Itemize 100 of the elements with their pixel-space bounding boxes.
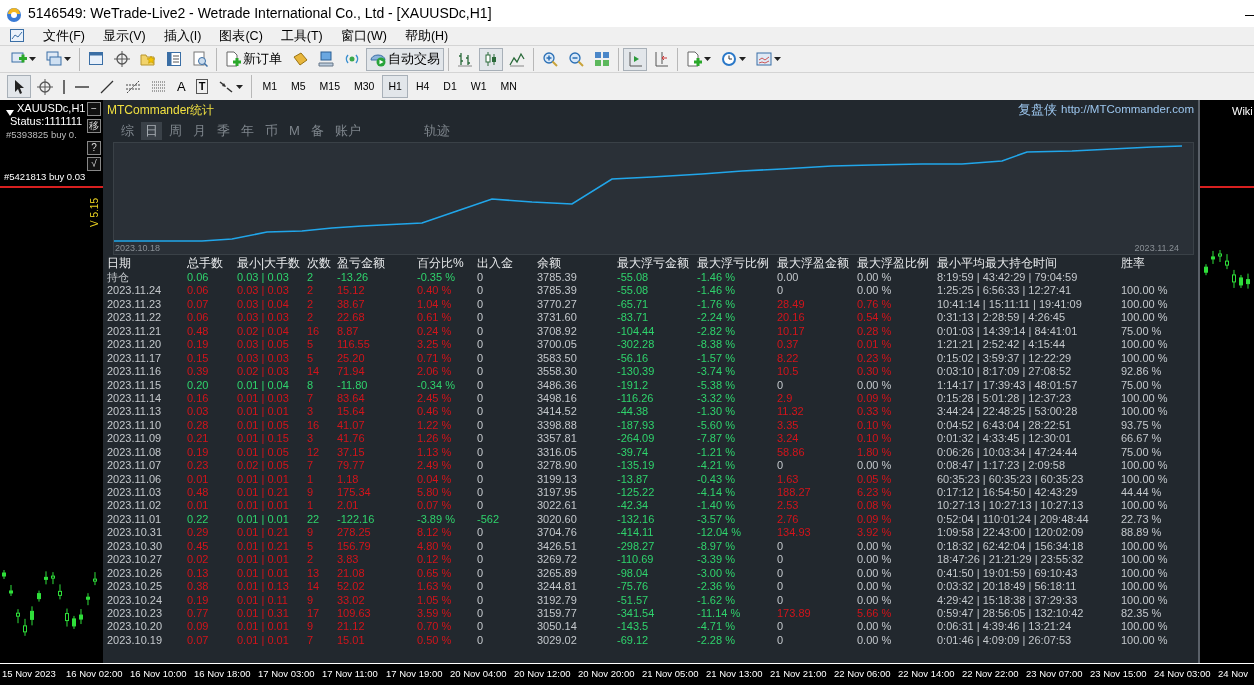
table-cell-text: 0.01 | 0.01 xyxy=(237,499,290,513)
table-cell-text: -2.82 % xyxy=(697,324,736,339)
website-link[interactable]: http://MTCommander.com xyxy=(1061,101,1194,119)
table-cell-text: 0 xyxy=(477,580,485,594)
table-cell-text: -1.46 % xyxy=(697,271,736,285)
timeframe-button[interactable]: W1 xyxy=(464,75,493,98)
column-header: 盈亏金额 xyxy=(337,257,386,271)
table-cell-text: 1.05 % xyxy=(417,593,453,607)
table-cell-text: 100.00 % xyxy=(1121,459,1169,473)
table-cell-text: -8.97 % xyxy=(697,539,736,554)
table-cell-text: 2023.10.30 xyxy=(107,539,164,554)
tab[interactable]: M xyxy=(285,121,304,140)
table-cell-text: 0:52:04 | 110:01:24 | 209:48:44 xyxy=(937,512,1090,527)
menu-item[interactable]: 显示(V) xyxy=(93,27,155,45)
toolbar-button[interactable]: 新订单 xyxy=(221,47,286,71)
tab[interactable]: 年 xyxy=(237,121,258,140)
axis-label: 23 Nov 07:00 xyxy=(1026,667,1084,681)
version-label: V 5.15 xyxy=(89,198,100,227)
caret-icon xyxy=(739,57,746,61)
timeframe-button[interactable]: D1 xyxy=(437,75,463,98)
table-cell-text: 2023.11.09 xyxy=(107,432,163,446)
panel-button[interactable]: 移 xyxy=(87,119,101,133)
table-cell-text: 0 xyxy=(477,391,485,406)
axis-label: 20 Nov 20:00 xyxy=(578,667,636,681)
tab[interactable]: 账户 xyxy=(330,121,365,140)
table-cell-text: 71.94 xyxy=(337,365,366,379)
timeframe-button[interactable]: H4 xyxy=(409,75,436,98)
table-cell-text: 3498.16 xyxy=(537,391,578,406)
table-cell-text: 3700.05 xyxy=(537,338,578,352)
table-cell-text: 0 xyxy=(477,526,485,540)
table-cell-text: 0 xyxy=(477,378,485,392)
table-cell-text: 0.40 % xyxy=(417,284,453,298)
table-cell-text: -2.24 % xyxy=(697,311,736,325)
table-cell-text: 0.02 | 0.03 xyxy=(237,365,290,379)
toolbar-button[interactable] xyxy=(623,47,647,71)
table-cell-text: 12 xyxy=(307,445,321,460)
order-label: #5421813 buy 0.03 xyxy=(4,172,86,183)
table-cell-text: -3.89 % xyxy=(417,512,456,527)
timeframe-button[interactable]: M5 xyxy=(285,75,312,98)
table-cell-text: 58.86 xyxy=(777,445,806,460)
table-cell-text: -298.27 xyxy=(617,539,656,554)
table-cell-text: 100.00 % xyxy=(1121,311,1169,325)
column-header: 次数 xyxy=(307,257,332,271)
tab[interactable]: 轨迹 xyxy=(419,121,454,140)
table-cell-text: 1.13 % xyxy=(417,445,453,460)
toolbar-button[interactable]: 自动交易 xyxy=(366,47,444,71)
table-cell-text: 5 xyxy=(307,539,315,554)
tab[interactable]: 备 xyxy=(306,121,328,140)
tab[interactable]: 综 xyxy=(117,121,138,140)
table-cell-text: 3199.13 xyxy=(537,472,578,486)
timeframe-button[interactable]: M30 xyxy=(348,75,381,98)
table-cell-text: 0.19 xyxy=(187,338,210,352)
table-cell-text: 188.27 xyxy=(777,486,812,500)
caret-icon xyxy=(29,57,36,61)
panel-button[interactable]: √ xyxy=(87,157,101,171)
table-cell-text: 2 xyxy=(307,311,315,325)
menu-item[interactable]: 窗口(W) xyxy=(331,27,396,45)
tool-button[interactable] xyxy=(7,75,31,98)
table-cell-text: 0:03:10 | 8:17:09 | 27:08:52 xyxy=(937,365,1073,379)
table-cell-text: 0.01 | 0.21 xyxy=(237,486,290,500)
table-cell-text: 15.01 xyxy=(337,633,366,648)
panel-button[interactable]: − xyxy=(87,102,101,116)
table-cell-text: -1.21 % xyxy=(697,445,736,460)
table-cell-text: 0.06 xyxy=(187,284,210,298)
tab[interactable]: 币 xyxy=(261,121,282,140)
table-cell-text: 0.01 | 0.01 xyxy=(237,620,290,634)
table-cell-text: 1.80 % xyxy=(857,445,893,460)
tool-button[interactable]: T xyxy=(191,75,213,98)
tab[interactable]: 周 xyxy=(165,121,186,140)
timeframe-button[interactable]: MN xyxy=(494,75,523,98)
table-cell-text: 0.00 % xyxy=(857,271,893,285)
table-cell-text: -2.36 % xyxy=(697,580,736,594)
timeframe-button[interactable]: H1 xyxy=(382,75,408,98)
menu-item[interactable]: 文件(F) xyxy=(34,27,94,45)
tab[interactable]: 月 xyxy=(189,121,210,140)
table-cell-text: 0.01 | 0.03 xyxy=(237,391,290,406)
table-cell-text: -0.43 % xyxy=(697,472,736,486)
menu-item[interactable]: 工具(T) xyxy=(271,27,332,45)
table-cell-text: 0.01 | 0.11 xyxy=(237,593,289,607)
candlestick-icon xyxy=(483,51,499,67)
timeframe-button[interactable]: M1 xyxy=(256,75,283,98)
table-cell-text: 156.79 xyxy=(337,539,372,554)
table-cell-text: 0.48 xyxy=(187,486,210,500)
tool-button[interactable]: A xyxy=(173,75,190,98)
table-cell-text: -3.74 % xyxy=(697,365,736,379)
timeframe-button[interactable]: M15 xyxy=(313,75,347,98)
collapse-icon xyxy=(6,110,14,117)
menu-item[interactable]: 插入(I) xyxy=(154,27,211,45)
column-header: 最大浮盈金额 xyxy=(777,257,850,271)
toolbar-button[interactable] xyxy=(479,47,503,71)
table-cell-text: 2023.11.15 xyxy=(107,378,163,392)
table-cell-text: -135.19 xyxy=(617,459,656,473)
table-cell-text: 0:03:32 | 20:18:49 | 56:18:11 xyxy=(937,580,1078,594)
table-cell-text: 92.86 % xyxy=(1121,365,1163,379)
menu-item[interactable]: 图表(C) xyxy=(210,27,272,45)
panel-button[interactable]: ? xyxy=(87,141,101,155)
tab[interactable]: 季 xyxy=(213,121,234,140)
tab[interactable]: 日 xyxy=(141,121,162,140)
menu-item[interactable]: 帮助(H) xyxy=(395,27,458,45)
column-header: 余额 xyxy=(537,257,562,271)
